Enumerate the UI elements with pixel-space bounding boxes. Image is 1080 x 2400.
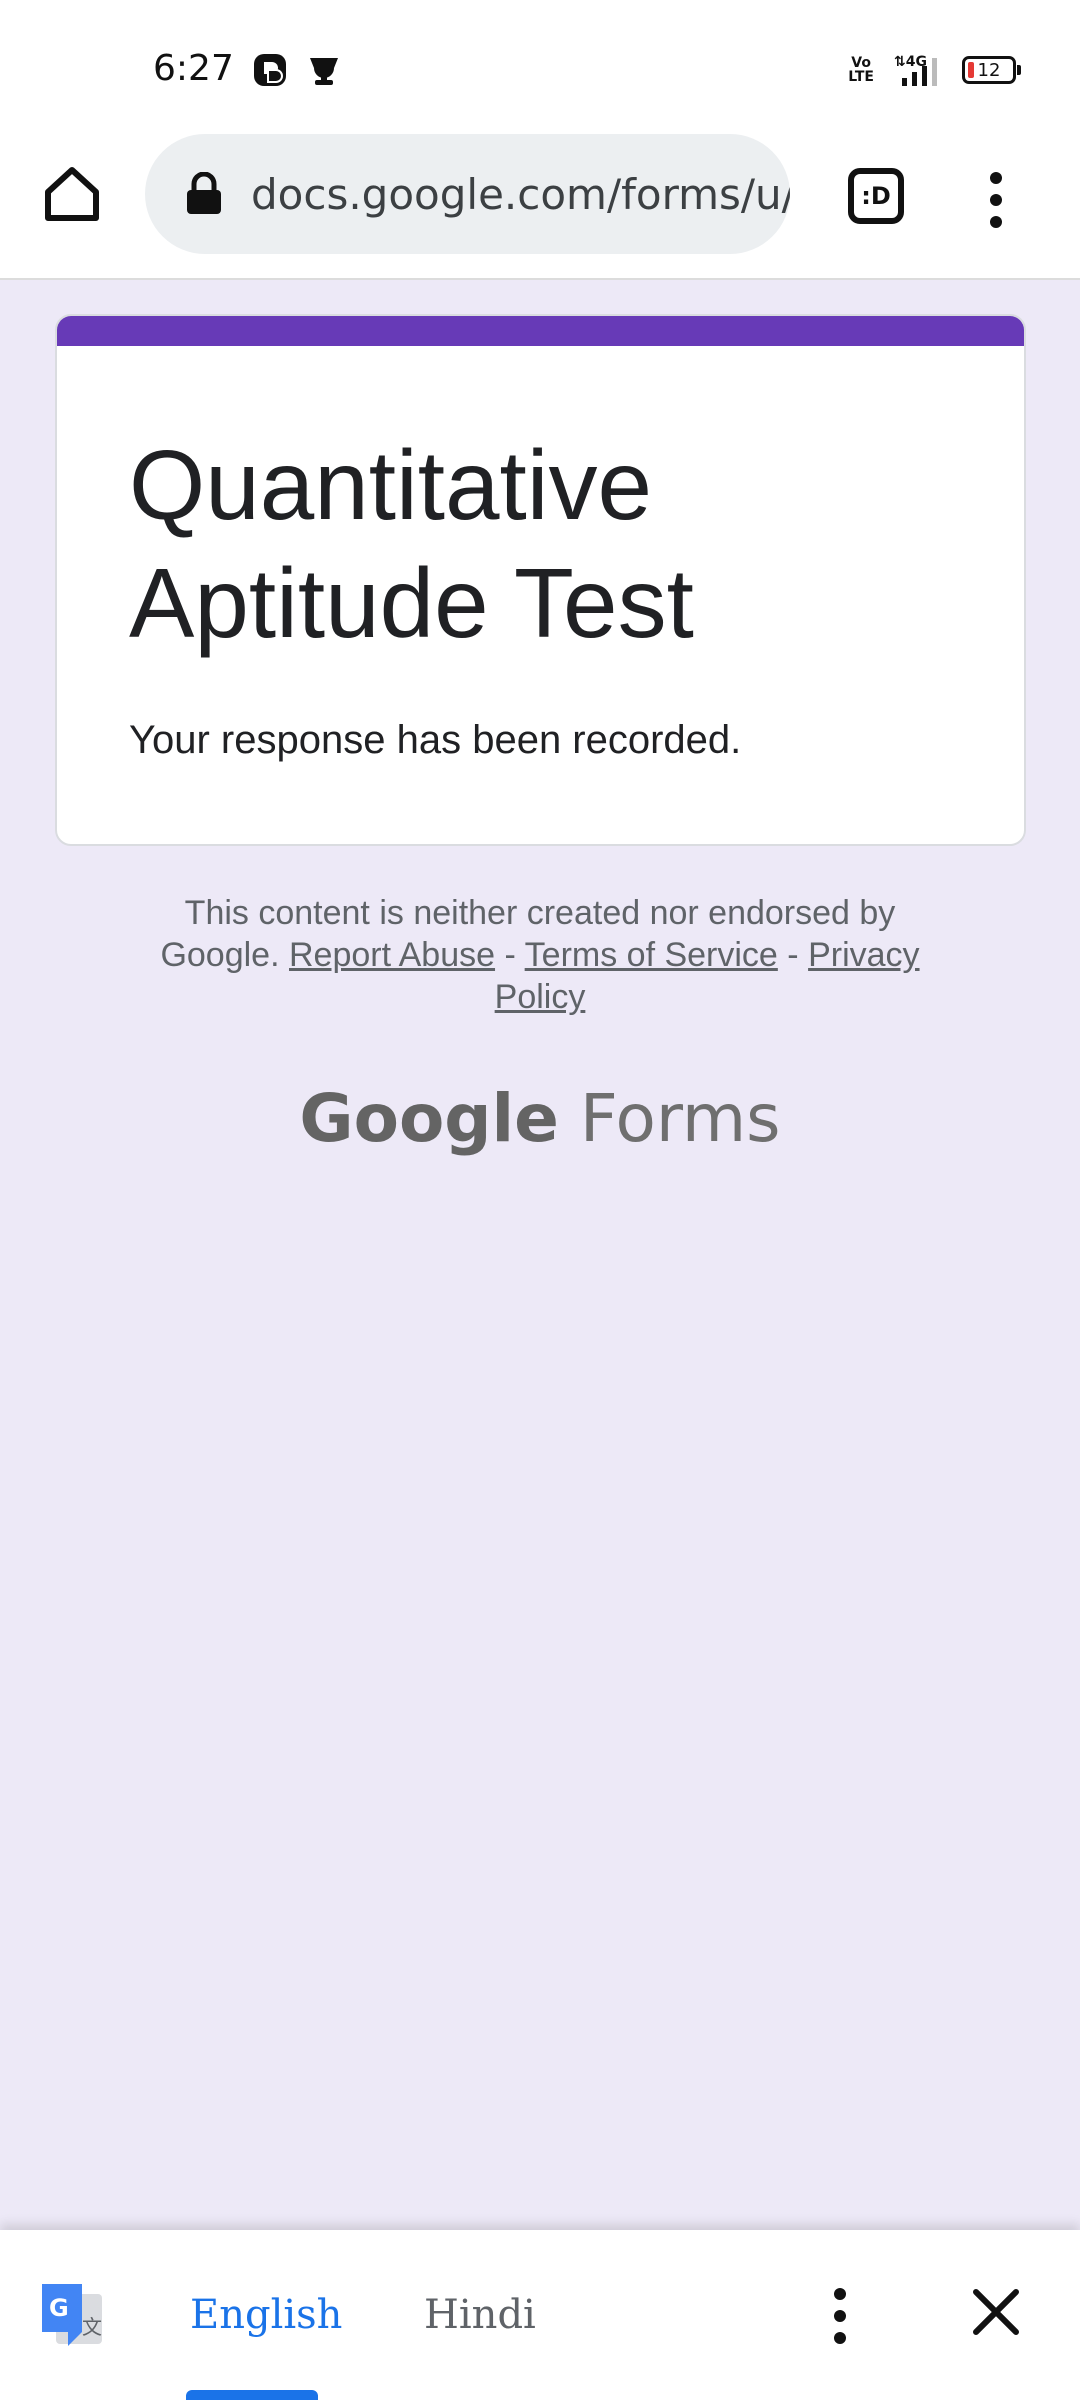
translate-more-options-icon[interactable] (822, 2284, 858, 2348)
battery-icon: 12 (962, 56, 1021, 84)
terms-of-service-link[interactable]: Terms of Service (525, 936, 778, 974)
battery-level: 12 (977, 59, 1001, 81)
card-accent-bar (57, 316, 1024, 346)
disclaimer: This content is neither created nor endo… (160, 894, 920, 1016)
signal-icon: ⇅4G (894, 54, 937, 86)
more-options-icon[interactable] (978, 168, 1014, 232)
report-abuse-link[interactable]: Report Abuse (289, 936, 495, 974)
address-bar[interactable]: docs.google.com/forms/u/0 (145, 134, 790, 254)
lock-icon[interactable] (185, 172, 223, 216)
translate-bar: G 文 English Hindi (0, 2230, 1080, 2400)
google-translate-icon[interactable]: G 文 (38, 2280, 106, 2348)
tab-english[interactable]: English (190, 2292, 342, 2338)
home-icon[interactable] (40, 162, 104, 226)
tab-switcher-badge: :D (861, 182, 891, 210)
svg-text:文: 文 (82, 2315, 102, 2339)
svg-text:G: G (49, 2294, 69, 2322)
app-notification-icon (254, 54, 286, 86)
google-forms-logo[interactable]: Google Forms (0, 1080, 1080, 1157)
volte-indicator: Vo LTE (848, 55, 874, 85)
tab-switcher-button[interactable]: :D (848, 168, 904, 224)
close-icon[interactable] (968, 2284, 1024, 2340)
tab-hindi[interactable]: Hindi (424, 2292, 536, 2338)
selected-tab-indicator (186, 2390, 318, 2400)
status-indicators: Vo LTE ⇅4G 12 (848, 50, 1021, 90)
url-text[interactable]: docs.google.com/forms/u/0 (251, 170, 790, 219)
trophy-notification-icon (310, 58, 338, 85)
browser-toolbar: docs.google.com/forms/u/0 :D (0, 132, 1080, 280)
status-bar: 6:27 Vo LTE ⇅4G 12 (0, 0, 1080, 132)
response-recorded-message: Your response has been recorded. (129, 718, 742, 762)
form-confirmation-card: Quantitative Aptitude Test Your response… (55, 314, 1026, 846)
status-time: 6:27 (153, 48, 234, 89)
form-title: Quantitative Aptitude Test (129, 430, 694, 658)
